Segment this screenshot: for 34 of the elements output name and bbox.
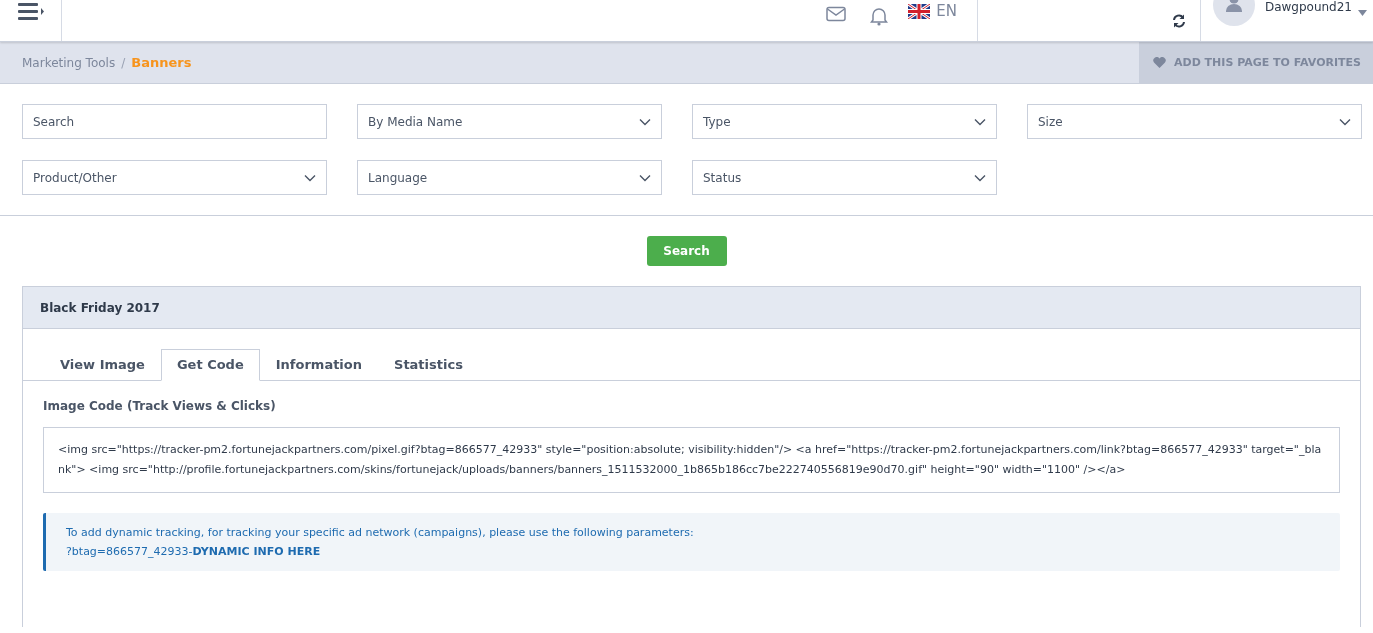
dropdown[interactable]: Status [692, 160, 997, 195]
search-field[interactable]: Search [22, 104, 327, 139]
dropdown[interactable]: Size [1027, 104, 1362, 139]
panel-title: Black Friday 2017 [40, 300, 160, 315]
chevron-down-icon [1339, 117, 1351, 126]
chevron-down-icon [974, 117, 986, 126]
tab[interactable]: Statistics [378, 349, 479, 381]
chevron-down-icon [639, 117, 651, 126]
tracking-parameter: ?btag=866577_42933-DYNAMIC INFO HERE [66, 544, 322, 560]
breadcrumb-current: Banners [131, 55, 192, 70]
dropdown[interactable]: By Media Name [357, 104, 662, 139]
heart-icon [1153, 57, 1166, 68]
tab[interactable]: Information [259, 349, 378, 381]
breadcrumb-separator: / [121, 55, 126, 70]
refresh-icon[interactable] [1171, 13, 1186, 28]
tab[interactable]: Get Code [160, 349, 260, 381]
code-label: Image Code (Track Views & Clicks) [43, 399, 277, 413]
flag-icon [908, 3, 931, 19]
menu-icon [17, 2, 44, 20]
dropdown[interactable]: Type [692, 104, 997, 139]
caret-icon[interactable] [1358, 10, 1367, 16]
chevron-down-icon [974, 173, 986, 182]
language-code: EN [936, 2, 957, 20]
username[interactable]: Dawgpound21 [1264, 0, 1352, 14]
language-selector[interactable]: EN [908, 2, 957, 20]
code-field[interactable]: <img src="https://tracker-pm2.fortunejackpartners.com/pixel.gif?btag=866577_42933" style="position:absolute; visibility:hidden"/> <a href="https://tracker-pm2.fortunejackpartners.com/link?btag=866577_42933" target="_blank"> <img src="http://profile.fortunejackpartners.com/skins/fortunejack/uploads/banners/banners_1511532000_1b865b186cc7be222740556819e90d70.gif" height="90" width="1100" /></a> [43, 427, 1340, 493]
chevron-down-icon [639, 173, 651, 182]
chevron-down-icon [304, 173, 316, 182]
dropdown[interactable]: Product/Other [22, 160, 327, 195]
tab[interactable]: View Image [44, 349, 161, 381]
dropdown[interactable]: Language [357, 160, 662, 195]
mail-icon[interactable] [826, 6, 847, 22]
bell-icon[interactable] [870, 6, 889, 26]
note-text: To add dynamic tracking, for tracking your specific ad network (campaigns), please use the following parameters: [66, 525, 695, 541]
